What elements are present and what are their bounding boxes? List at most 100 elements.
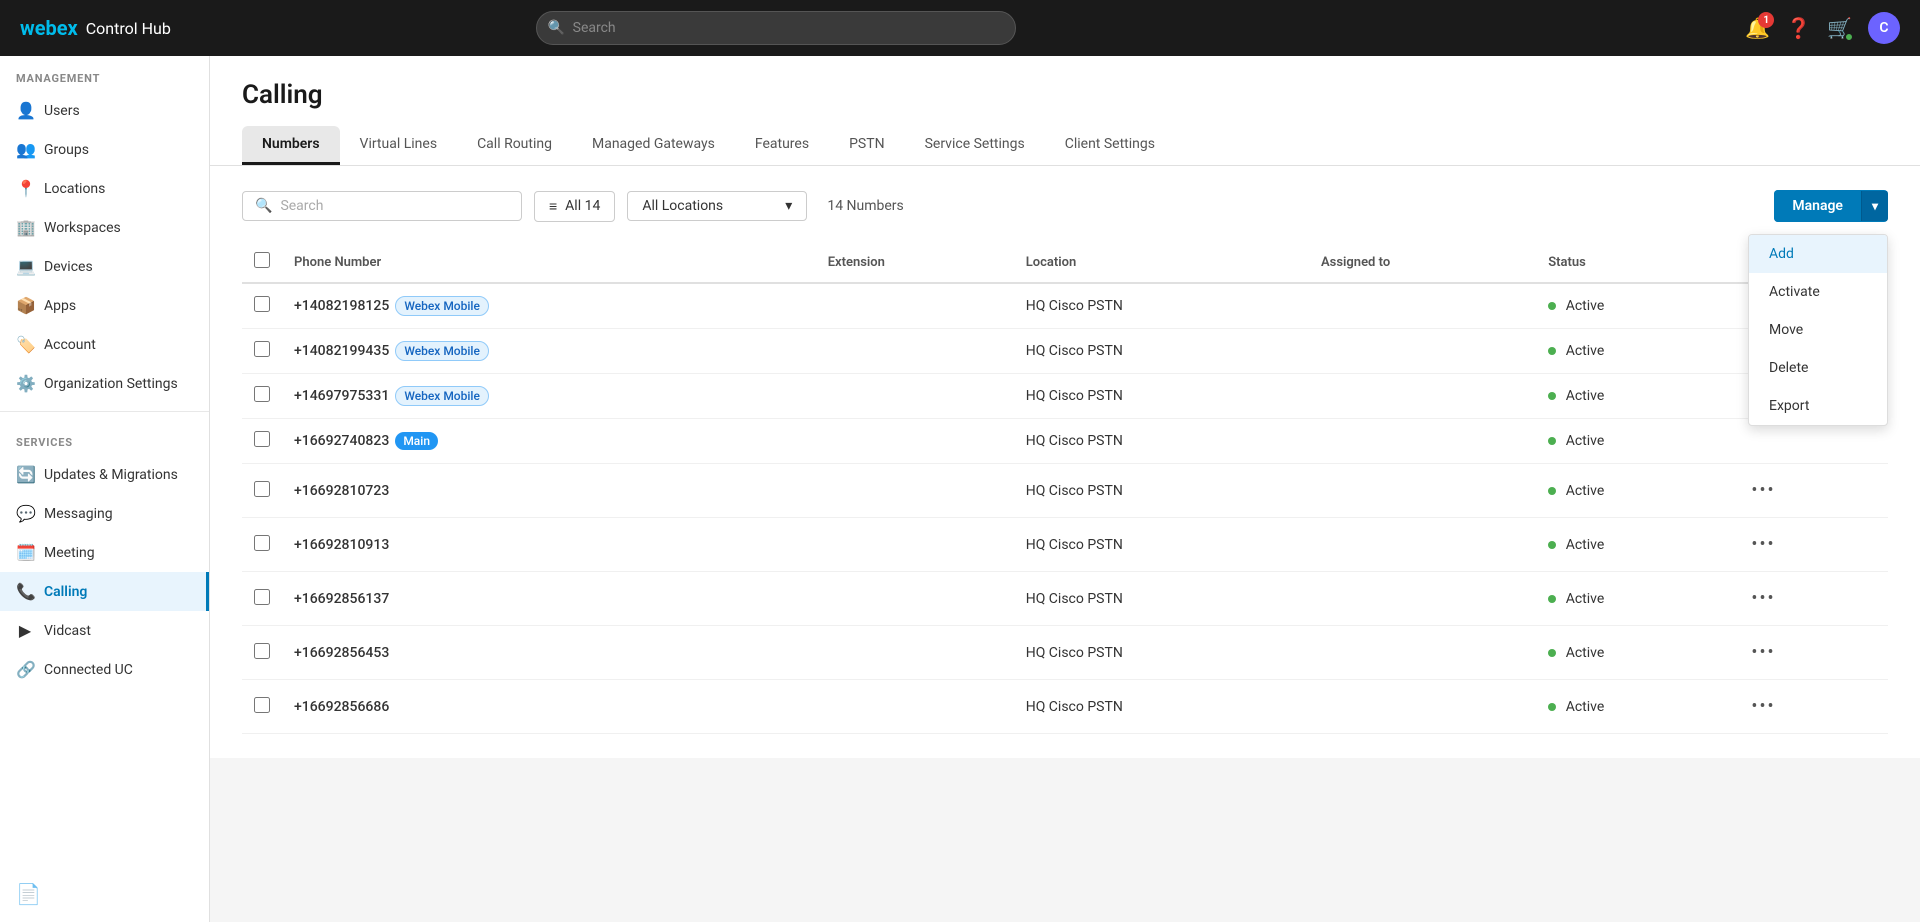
manage-dropdown-icon[interactable]: ▾ [1861,191,1888,221]
status-cell: Active [1536,680,1731,734]
dropdown-item-activate[interactable]: Activate [1749,273,1887,311]
sidebar-account-label: Account [44,337,96,353]
status-text: Active [1566,388,1605,404]
app-layout: MANAGEMENT 👤Users👥Groups📍Locations🏢Works… [0,56,1920,922]
tab-managed-gateways[interactable]: Managed Gateways [572,126,735,165]
status-dot [1548,437,1556,445]
row-checkbox[interactable] [254,296,270,312]
extension-cell [816,464,1014,518]
col-location: Location [1014,242,1309,283]
row-checkbox[interactable] [254,431,270,447]
tab-numbers[interactable]: Numbers [242,126,340,165]
tab-call-routing[interactable]: Call Routing [457,126,572,165]
sidebar-item-groups[interactable]: 👥Groups [0,130,209,169]
status-cell: Active [1536,329,1731,374]
location-dropdown[interactable]: All Locations ▾ [627,191,807,221]
table-row: +16692810913 HQ Cisco PSTN Active ••• [242,518,1888,572]
sidebar-item-org-settings[interactable]: ⚙️Organization Settings [0,364,209,403]
dropdown-item-move[interactable]: Move [1749,311,1887,349]
row-checkbox[interactable] [254,589,270,605]
sidebar-item-vidcast[interactable]: ▶Vidcast [0,611,209,650]
row-checkbox-cell [242,374,282,419]
location-cell: HQ Cisco PSTN [1014,680,1309,734]
actions-cell: ••• [1731,680,1888,734]
footer-icon[interactable]: 📄 [16,882,41,906]
help-button[interactable]: ❓ [1786,16,1811,40]
actions-cell: ••• [1731,572,1888,626]
tab-client-settings[interactable]: Client Settings [1045,126,1175,165]
sidebar-item-account[interactable]: 🏷️Account [0,325,209,364]
sidebar-meeting-label: Meeting [44,545,95,561]
status-dot [1548,541,1556,549]
assigned-to-cell [1309,518,1536,572]
dropdown-item-delete[interactable]: Delete [1749,349,1887,387]
table-row: +16692856453 HQ Cisco PSTN Active ••• [242,626,1888,680]
sidebar-item-messaging[interactable]: 💬Messaging [0,494,209,533]
status-dot [1548,703,1556,711]
sidebar-item-workspaces[interactable]: 🏢Workspaces [0,208,209,247]
extension-cell [816,329,1014,374]
select-all-header [242,242,282,283]
row-checkbox-cell [242,518,282,572]
status-dot [1548,595,1556,603]
global-search-input[interactable] [536,11,1016,45]
table-search-input[interactable] [280,198,509,214]
page-title: Calling [242,80,1888,110]
notifications-button[interactable]: 🔔 1 [1745,16,1770,40]
select-all-checkbox[interactable] [254,252,270,268]
location-cell: HQ Cisco PSTN [1014,518,1309,572]
status-text: Active [1566,483,1605,499]
table-row: +14697975331Webex Mobile HQ Cisco PSTN A… [242,374,1888,419]
apps-button[interactable]: 🛒 [1827,16,1852,40]
extension-cell [816,374,1014,419]
tab-pstn[interactable]: PSTN [829,126,905,165]
row-checkbox[interactable] [254,697,270,713]
phone-number-cell: +14082199435Webex Mobile [282,329,816,374]
status-dot [1548,392,1556,400]
actions-cell: ••• [1731,626,1888,680]
sidebar-item-locations[interactable]: 📍Locations [0,169,209,208]
location-cell: HQ Cisco PSTN [1014,464,1309,518]
sidebar-meeting-icon: 🗓️ [16,543,34,562]
sidebar-item-calling[interactable]: 📞Calling [0,572,209,611]
filter-button[interactable]: ≡ All 14 [534,191,615,222]
sidebar-item-devices[interactable]: 💻Devices [0,247,209,286]
table-row: +16692740823Main HQ Cisco PSTN Active [242,419,1888,464]
tab-virtual-lines[interactable]: Virtual Lines [340,126,458,165]
phone-number-value: +16692810723 [294,483,389,499]
sidebar-item-apps[interactable]: 📦Apps [0,286,209,325]
row-checkbox[interactable] [254,535,270,551]
row-more-button[interactable]: ••• [1743,584,1783,613]
status-dot [1548,649,1556,657]
dropdown-item-add[interactable]: Add [1749,235,1887,273]
row-more-button[interactable]: ••• [1743,638,1783,667]
row-checkbox[interactable] [254,643,270,659]
row-more-button[interactable]: ••• [1743,530,1783,559]
manage-button[interactable]: Manage ▾ [1774,190,1888,222]
sidebar-item-users[interactable]: 👤Users [0,91,209,130]
status-cell: Active [1536,464,1731,518]
sidebar-item-meeting[interactable]: 🗓️ Meeting [0,533,209,572]
phone-number-cell: +14082198125Webex Mobile [282,283,816,329]
extension-cell [816,419,1014,464]
extension-cell [816,283,1014,329]
sidebar: MANAGEMENT 👤Users👥Groups📍Locations🏢Works… [0,56,210,922]
row-checkbox[interactable] [254,481,270,497]
sidebar-item-connected-uc[interactable]: 🔗Connected UC [0,650,209,689]
table-controls: 🔍 ≡ All 14 All Locations ▾ 14 Numbers Ma… [242,190,1888,222]
row-checkbox[interactable] [254,341,270,357]
numbers-table: Phone Number Extension Location Assigned… [242,242,1888,734]
row-checkbox[interactable] [254,386,270,402]
row-more-button[interactable]: ••• [1743,476,1783,505]
status-cell: Active [1536,572,1731,626]
table-row: +14082199435Webex Mobile HQ Cisco PSTN A… [242,329,1888,374]
assigned-to-cell [1309,329,1536,374]
dropdown-item-export[interactable]: Export [1749,387,1887,425]
tab-features[interactable]: Features [735,126,829,165]
user-avatar[interactable]: C [1868,12,1900,44]
tab-service-settings[interactable]: Service Settings [905,126,1045,165]
row-more-button[interactable]: ••• [1743,692,1783,721]
table-search-box[interactable]: 🔍 [242,191,522,221]
global-search-container: 🔍 [536,11,1016,45]
sidebar-item-updates[interactable]: 🔄Updates & Migrations [0,455,209,494]
